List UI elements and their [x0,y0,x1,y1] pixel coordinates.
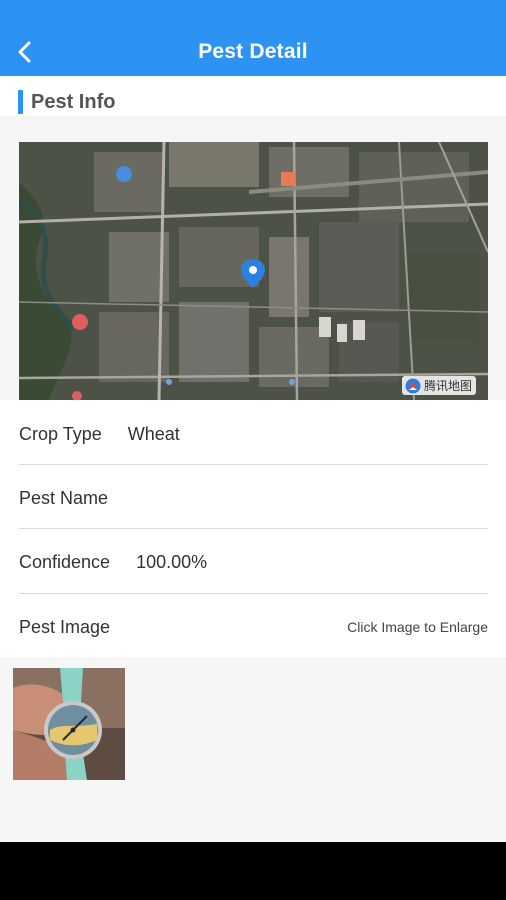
app-bar: Pest Detail [0,0,506,76]
pest-detail-screen: Pest Detail Pest Info 腾讯地图 Crop Type Whe… [0,0,506,900]
confidence-value: 100.00% [136,551,208,572]
page-title: Pest Detail [198,40,308,63]
pest-name-row: Pest Name [19,466,488,530]
row-divider [19,464,488,465]
pest-info-panel: Crop Type Wheat Pest Name Confidence 100… [0,400,506,657]
row-divider [19,593,488,594]
crop-type-label: Crop Type [19,423,102,444]
pest-name-label: Pest Name [19,487,109,508]
system-navigation-bar [0,842,506,900]
confidence-label: Confidence [19,551,111,572]
crop-type-row: Crop Type Wheat [19,402,488,466]
tencent-map-logo-icon [405,378,421,393]
crop-type-value: Wheat [127,423,180,444]
map-provider-logo: 腾讯地图 [401,376,476,395]
pest-image-thumbnail[interactable] [13,668,125,780]
section-accent-bar [18,90,23,114]
pest-photo [13,668,125,780]
row-divider [19,528,488,529]
enlarge-hint: Click Image to Enlarge [347,619,488,635]
confidence-row: Confidence 100.00% [19,530,488,594]
section-header: Pest Info [0,76,506,116]
pest-image-label: Pest Image [19,616,111,637]
map-provider-label: 腾讯地图 [423,379,472,393]
section-title: Pest Info [31,91,116,113]
location-map[interactable]: 腾讯地图 [19,142,488,400]
satellite-map-image [19,142,488,400]
